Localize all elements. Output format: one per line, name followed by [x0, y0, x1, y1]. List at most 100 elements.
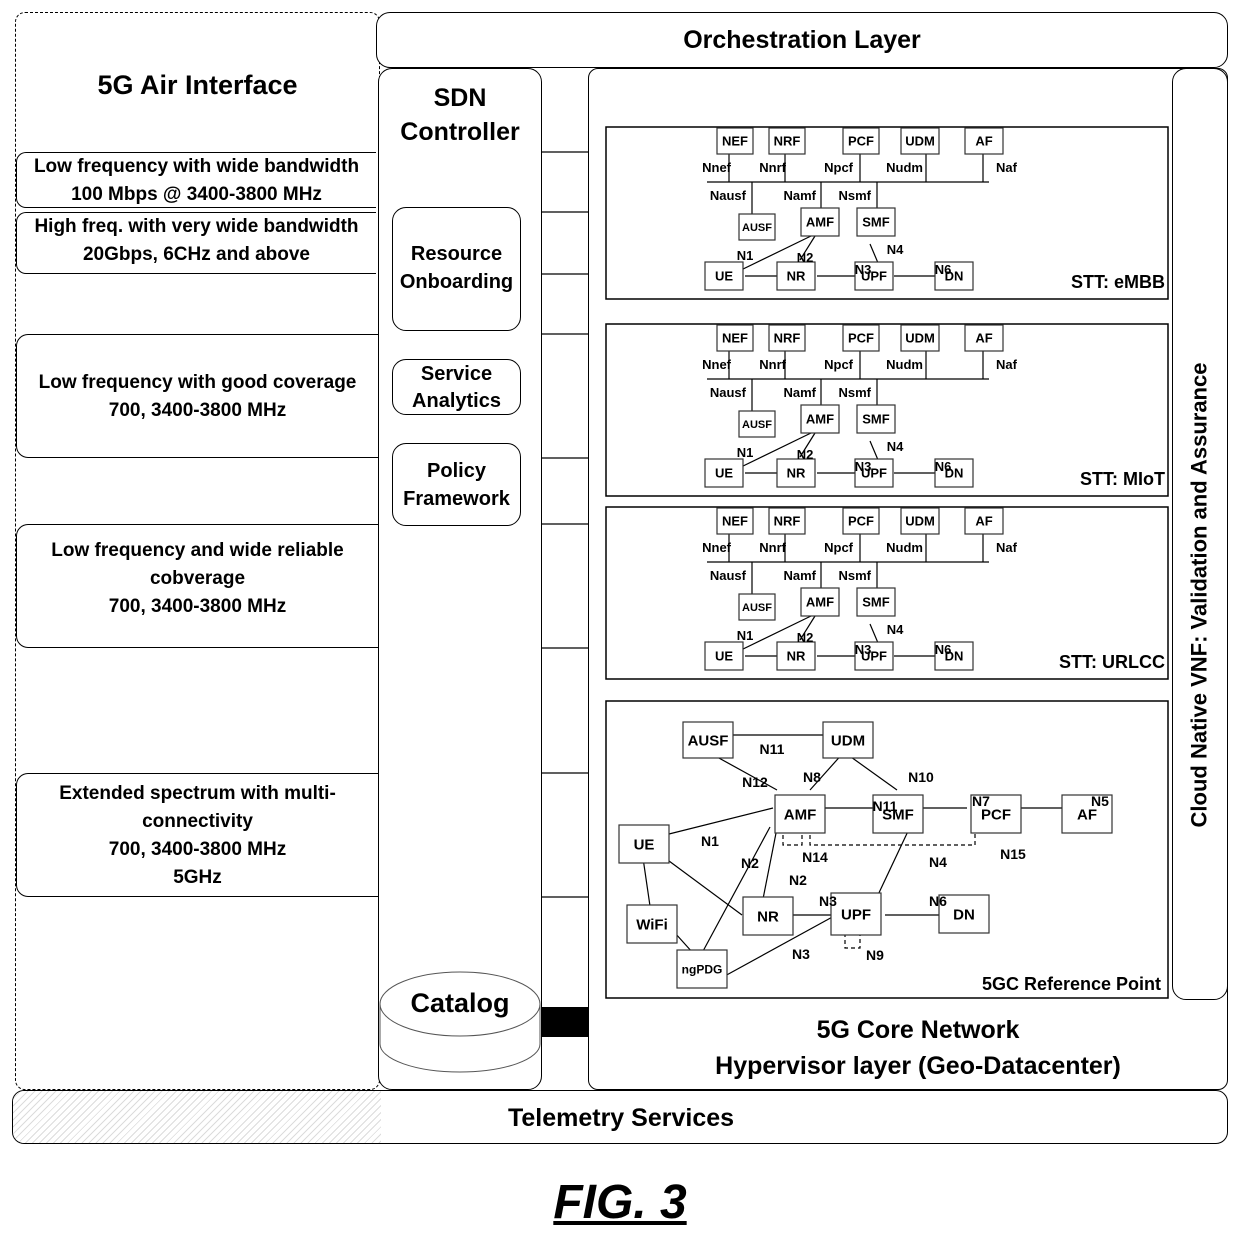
- nf-ue: UE: [704, 641, 744, 671]
- slice-label: STT: URLCC: [1059, 652, 1165, 672]
- nf-label: PCF: [848, 134, 874, 149]
- nf-udm: UDM: [900, 324, 940, 352]
- telemetry-services-bar: Telemetry Services: [12, 1090, 1228, 1144]
- resource-onboarding-module[interactable]: Resource Onboarding: [392, 207, 521, 331]
- nf-label: SMF: [862, 215, 890, 230]
- interface-label: N9: [866, 947, 884, 963]
- nf-label: AUSF: [742, 602, 772, 614]
- interface-label: Namf: [783, 188, 816, 203]
- interface-label: Nausf: [710, 385, 747, 400]
- nf-nef: NEF: [716, 507, 754, 535]
- interface-label: Naf: [996, 357, 1018, 372]
- refpoint-nf-upf: UPF: [830, 892, 882, 936]
- nf-label: NR: [787, 466, 806, 481]
- policy-framework-module[interactable]: Policy Framework: [392, 443, 521, 526]
- nf-af: AF: [964, 127, 1004, 155]
- interface-label: N5: [1091, 793, 1109, 809]
- nf-label: AMF: [784, 806, 817, 823]
- nf-nef: NEF: [716, 324, 754, 352]
- interface-label: Nnef: [702, 160, 732, 175]
- interface-label: N4: [887, 439, 904, 454]
- sdn-title-line: SDN: [433, 84, 487, 112]
- interface-label: N3: [855, 459, 872, 474]
- slice-diagram: NEF NRF PCF UDM AF Nnef Nnrf Npcf Nudm Naf Nausf Na…: [605, 323, 1169, 497]
- nf-nrf: NRF: [768, 127, 806, 155]
- nf-label: NEF: [722, 331, 748, 346]
- interface-label: N2: [797, 630, 814, 645]
- interface-label: Nnrf: [759, 357, 786, 372]
- interface-label: N4: [887, 242, 904, 257]
- interface-label: N6: [929, 893, 947, 909]
- slice-label: STT: MIoT: [1080, 469, 1165, 489]
- interface-label: N4: [887, 622, 904, 637]
- nf-label: AF: [975, 331, 992, 346]
- refpoint-nf-ausf: AUSF: [682, 721, 734, 759]
- slice-diagram: NEF NRF PCF UDM AF Nnef Nnrf Npcf Nudm Naf Nausf Na…: [605, 506, 1169, 680]
- interface-label: Nsmf: [838, 568, 871, 583]
- nf-label: UDM: [905, 514, 935, 529]
- nf-pcf: PCF: [842, 127, 880, 155]
- interface-label: N6: [935, 262, 952, 277]
- nf-ausf: AUSF: [738, 593, 776, 621]
- nf-label: AMF: [806, 412, 834, 427]
- interface-label: N11: [873, 798, 898, 814]
- catalog-connector-bar: [541, 1007, 588, 1037]
- interface-label: N6: [935, 642, 952, 657]
- slice-label: STT: eMBB: [1071, 272, 1165, 292]
- nf-af: AF: [964, 507, 1004, 535]
- nf-nrf: NRF: [768, 507, 806, 535]
- nf-label: NR: [757, 908, 779, 925]
- core-title-line: 5G Core Network: [816, 1016, 1020, 1044]
- refpoint-nf-ue: UE: [618, 824, 670, 864]
- interface-label: N3: [855, 262, 872, 277]
- refpoint-nf-ngpdg: ngPDG: [676, 949, 728, 989]
- nf-label: SMF: [862, 595, 890, 610]
- nf-label: NEF: [722, 514, 748, 529]
- interface-label: N7: [972, 793, 990, 809]
- nf-label: UE: [715, 269, 733, 284]
- nf-udm: UDM: [900, 127, 940, 155]
- telemetry-label: Telemetry Services: [507, 1104, 735, 1132]
- module-line: Policy: [427, 460, 486, 482]
- interface-label: Nudm: [886, 160, 923, 175]
- refpoint-label: 5GC Reference Point: [982, 974, 1161, 994]
- interface-label: Namf: [783, 385, 816, 400]
- interface-label: N1: [737, 248, 754, 263]
- nf-udm: UDM: [900, 507, 940, 535]
- service-analytics-module[interactable]: Service Analytics: [392, 359, 521, 415]
- interface-label: N4: [929, 854, 947, 870]
- interface-label: Npcf: [824, 160, 854, 175]
- interface-label: Nnrf: [759, 160, 786, 175]
- interface-label: N2: [797, 447, 814, 462]
- nf-label: NRF: [774, 331, 801, 346]
- core-title-line: Hypervisor layer (Geo-Datacenter): [715, 1052, 1121, 1080]
- nf-label: NR: [787, 649, 806, 664]
- nf-smf: SMF: [856, 207, 896, 237]
- nf-nef: NEF: [716, 127, 754, 155]
- module-line: Service: [420, 363, 493, 385]
- nf-label: PCF: [848, 514, 874, 529]
- interface-label: N11: [760, 741, 785, 757]
- nf-nr: NR: [776, 261, 816, 291]
- reference-point-diagram: AUSF UDMAMF SMF PCF AFUEWiFi NR UPF DNngPDGN11N…: [605, 700, 1169, 999]
- nf-ue: UE: [704, 261, 744, 291]
- nf-pcf: PCF: [842, 507, 880, 535]
- module-line: Resource: [410, 243, 503, 265]
- nf-nrf: NRF: [768, 324, 806, 352]
- nf-label: PCF: [848, 331, 874, 346]
- nf-label: NEF: [722, 134, 748, 149]
- nf-label: AUSF: [742, 419, 772, 431]
- interface-label: Npcf: [824, 540, 854, 555]
- interface-label: N14: [802, 849, 828, 865]
- nf-label: UDM: [905, 331, 935, 346]
- interface-label: Namf: [783, 568, 816, 583]
- nf-pcf: PCF: [842, 324, 880, 352]
- nf-amf: AMF: [800, 207, 840, 237]
- nf-smf: SMF: [856, 587, 896, 617]
- nf-label: AUSF: [742, 222, 772, 234]
- nf-label: UPF: [841, 906, 871, 923]
- interface-label: N1: [737, 628, 754, 643]
- interface-label: N12: [742, 774, 768, 790]
- refpoint-nf-nr: NR: [742, 896, 794, 936]
- interface-label: N10: [908, 769, 934, 785]
